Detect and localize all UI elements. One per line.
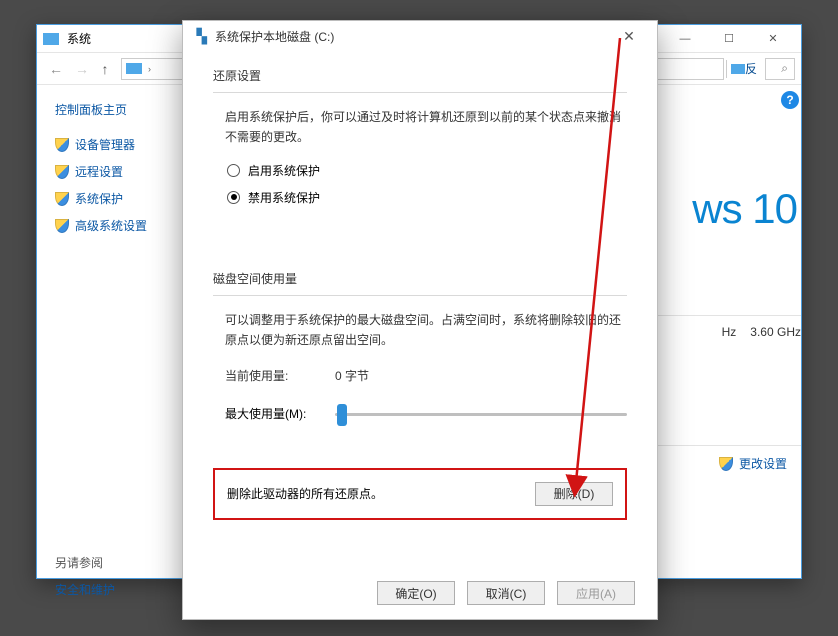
search-icon: ⌕	[781, 61, 788, 76]
chevron-right-icon: ›	[148, 64, 151, 74]
cancel-button[interactable]: 取消(C)	[467, 581, 545, 605]
dialog-footer: 确定(O) 取消(C) 应用(A)	[183, 571, 657, 615]
sidebar: 控制面板主页 设备管理器 远程设置 系统保护 高级系统设置 另请参阅 安全和维护	[37, 85, 187, 578]
delete-restore-points-box: 删除此驱动器的所有还原点。 删除(D)	[213, 468, 627, 520]
slider-track	[335, 413, 627, 416]
monitor-icon	[43, 33, 59, 45]
delete-button[interactable]: 删除(D)	[535, 482, 613, 506]
radio-label: 禁用系统保护	[248, 189, 320, 206]
shield-icon	[719, 457, 733, 471]
radio-label: 启用系统保护	[248, 162, 320, 179]
sidebar-item-device-mgr[interactable]: 设备管理器	[55, 136, 179, 153]
shield-icon	[55, 192, 69, 206]
current-usage-label: 当前使用量:	[225, 367, 335, 384]
separator	[726, 60, 727, 78]
help-icon[interactable]: ?	[781, 91, 799, 109]
dialog-title: 系统保护本地磁盘 (C:)	[215, 28, 609, 45]
divider	[641, 445, 801, 446]
shield-icon	[55, 219, 69, 233]
cpu-ghz: 3.60 GHz	[750, 325, 801, 339]
restore-description: 启用系统保护后，你可以通过及时将计算机还原到以前的某个状态点来撤消不需要的更改。	[213, 107, 627, 148]
windows10-brand: ws 10	[692, 185, 797, 233]
section-restore-settings: 还原设置	[213, 67, 627, 84]
apply-button[interactable]: 应用(A)	[557, 581, 635, 605]
dialog-titlebar: ▝▖ 系统保护本地磁盘 (C:) ✕	[183, 21, 657, 51]
forward-button[interactable]: →	[69, 61, 95, 77]
shield-icon	[55, 138, 69, 152]
delete-description: 删除此驱动器的所有还原点。	[227, 485, 521, 502]
back-button[interactable]: ←	[43, 61, 69, 77]
minimize-button[interactable]: —	[663, 25, 707, 53]
sidebar-item-advanced[interactable]: 高级系统设置	[55, 217, 179, 234]
divider	[641, 315, 801, 316]
divider	[213, 295, 627, 296]
slider-thumb[interactable]	[337, 404, 347, 426]
shield-icon	[55, 165, 69, 179]
max-usage-slider[interactable]	[335, 402, 627, 426]
current-usage-value: 0 字节	[335, 367, 369, 384]
max-usage-label: 最大使用量(M):	[225, 405, 335, 422]
radio-disable-protection[interactable]: 禁用系统保护	[227, 189, 627, 206]
drive-icon: ▝▖	[191, 28, 207, 45]
disk-usage-description: 可以调整用于系统保护的最大磁盘空间。占满空间时，系统将删除较旧的还原点以便为新还…	[213, 310, 627, 351]
divider	[213, 92, 627, 93]
sidebar-home[interactable]: 控制面板主页	[55, 101, 179, 118]
max-usage-row: 最大使用量(M):	[213, 402, 627, 426]
cpu-hz: Hz	[722, 325, 737, 339]
sidebar-item-security[interactable]: 安全和维护	[55, 581, 179, 598]
change-settings-link[interactable]: 更改设置	[719, 455, 787, 472]
sidebar-item-protection[interactable]: 系统保护	[55, 190, 179, 207]
current-usage-row: 当前使用量: 0 字节	[213, 367, 627, 384]
protection-radio-group: 启用系统保护 禁用系统保护	[213, 162, 627, 206]
close-icon[interactable]: ✕	[609, 28, 649, 45]
section-disk-usage: 磁盘空间使用量	[213, 270, 627, 287]
breadcrumb-segment[interactable]: 反	[745, 60, 757, 77]
system-protection-dialog: ▝▖ 系统保护本地磁盘 (C:) ✕ 还原设置 启用系统保护后，你可以通过及时将…	[182, 20, 658, 620]
radio-icon	[227, 164, 240, 177]
ok-button[interactable]: 确定(O)	[377, 581, 455, 605]
monitor-icon	[731, 64, 745, 74]
see-also-label: 另请参阅	[55, 554, 179, 571]
sidebar-item-remote[interactable]: 远程设置	[55, 163, 179, 180]
system-info: Hz 3.60 GHz	[722, 325, 801, 339]
up-button[interactable]: ↑	[95, 61, 115, 77]
maximize-button[interactable]: ☐	[707, 25, 751, 53]
monitor-icon	[126, 63, 142, 74]
radio-icon	[227, 191, 240, 204]
search-box[interactable]: ⌕	[765, 58, 795, 80]
radio-enable-protection[interactable]: 启用系统保护	[227, 162, 627, 179]
close-button[interactable]: ✕	[751, 25, 795, 53]
